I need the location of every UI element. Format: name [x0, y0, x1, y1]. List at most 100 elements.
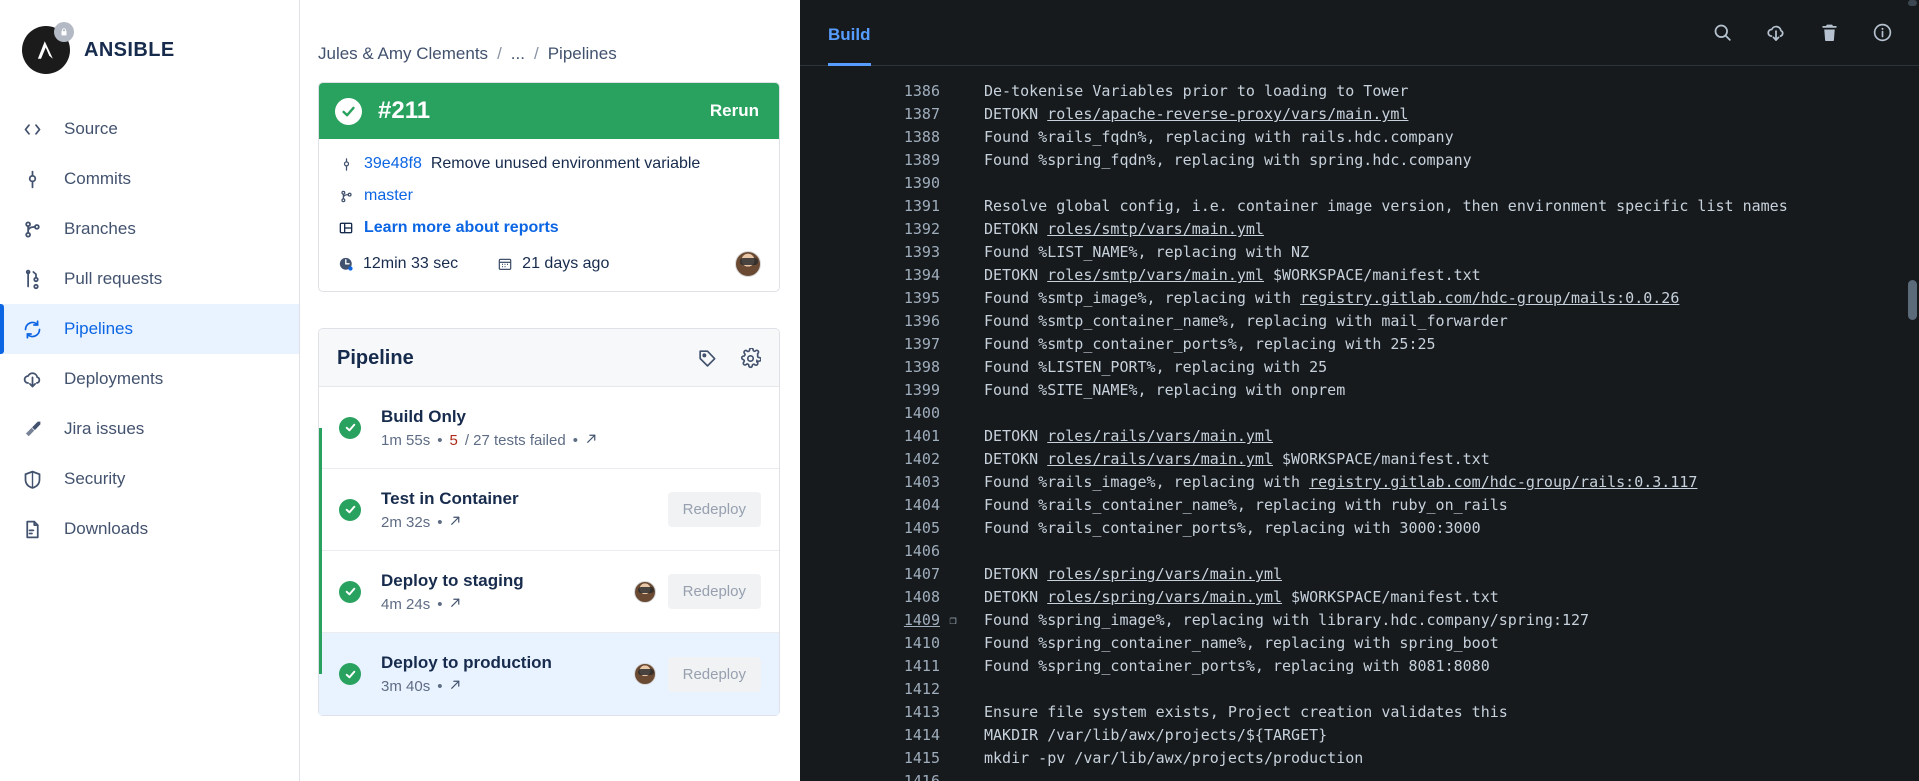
sidebar-item-downloads[interactable]: Downloads [0, 504, 299, 554]
reports-row: Learn more about reports [337, 219, 761, 237]
log-line[interactable]: 1388 Found %rails_fqdn%, replacing with r… [800, 126, 1919, 149]
build-header-left: #211 [335, 97, 430, 125]
downloads-icon [22, 519, 52, 540]
sidebar-item-commits[interactable]: Commits [0, 154, 299, 204]
redeploy-button[interactable]: Redeploy [667, 492, 761, 527]
log-output[interactable]: 1386 De-tokenise Variables prior to loadi… [800, 66, 1919, 781]
log-line-text: Found %rails_container_name%, replacing … [984, 496, 1508, 514]
external-link-icon[interactable] [449, 678, 462, 695]
log-line[interactable]: 1398 Found %LISTEN_PORT%, replacing with … [800, 356, 1919, 379]
log-line[interactable]: 1394 DETOKN roles/smtp/vars/main.yml $WOR… [800, 264, 1919, 287]
pipeline-stage-row[interactable]: Deploy to production 3m 40s • Redeploy [319, 621, 779, 715]
log-line[interactable]: 1387 DETOKN roles/apache-reverse-proxy/va… [800, 103, 1919, 126]
log-line-text: MAKDIR /var/lib/awx/projects/${TARGET} [984, 726, 1328, 744]
log-line-number: 1406 [903, 542, 940, 560]
log-line-text: DETOKN roles/rails/vars/main.yml [984, 427, 1273, 445]
external-link-icon[interactable] [585, 432, 598, 449]
brand-name: ANSIBLE [84, 38, 175, 61]
breadcrumb-current[interactable]: Pipelines [548, 44, 617, 64]
log-line[interactable]: 1401 DETOKN roles/rails/vars/main.yml [800, 425, 1919, 448]
scrollbar-thumb[interactable] [1908, 280, 1917, 320]
rail-connector [319, 621, 322, 674]
log-line[interactable]: 1403 Found %rails_image%, replacing with … [800, 471, 1919, 494]
redeploy-button[interactable]: Redeploy [667, 574, 761, 609]
log-line[interactable]: 1413 Ensure file system exists, Project c… [800, 701, 1919, 724]
trash-icon[interactable] [1819, 22, 1840, 43]
log-line[interactable]: 1414 MAKDIR /var/lib/awx/projects/${TARGE… [800, 724, 1919, 747]
sidebar-item-pipelines[interactable]: Pipelines [0, 304, 299, 354]
sidebar-item-deployments[interactable]: Deployments [0, 354, 299, 404]
log-line-text: DETOKN roles/smtp/vars/main.yml [984, 220, 1264, 238]
log-line-number: 1414 [903, 726, 940, 744]
commit-hash-link[interactable]: 39e48f8 [364, 155, 422, 173]
log-line[interactable]: 1405 Found %rails_container_ports%, repla… [800, 517, 1919, 540]
rerun-button[interactable]: Rerun [710, 101, 759, 121]
sidebar-item-label: Branches [64, 219, 136, 238]
log-line-text: Resolve global config, i.e. container im… [984, 197, 1788, 215]
log-tabs: Build [828, 0, 871, 66]
log-line[interactable]: 1393 Found %LIST_NAME%, replacing with NZ [800, 241, 1919, 264]
log-line[interactable]: 1410 Found %spring_container_name%, repla… [800, 632, 1919, 655]
copy-icon[interactable]: ❐ [940, 609, 966, 632]
stage-success-icon [339, 498, 361, 521]
stage-tests-failed-count: 5 [449, 431, 458, 449]
log-line[interactable]: 1386 De-tokenise Variables prior to loadi… [800, 80, 1919, 103]
avatar[interactable] [633, 663, 656, 685]
log-line[interactable]: 1389 Found %spring_fqdn%, replacing with … [800, 149, 1919, 172]
log-line[interactable]: 1404 Found %rails_container_name%, replac… [800, 494, 1919, 517]
tag-icon[interactable] [697, 348, 718, 369]
log-line[interactable]: 1407 DETOKN roles/spring/vars/main.yml [800, 563, 1919, 586]
pipeline-stage-row[interactable]: Test in Container 2m 32s • Redeploy [319, 456, 779, 563]
avatar[interactable] [633, 580, 656, 603]
sidebar-item-pull-requests[interactable]: Pull requests [0, 254, 299, 304]
log-line-number: 1386 [903, 82, 940, 100]
log-line[interactable]: 1415 mkdir -pv /var/lib/awx/projects/prod… [800, 747, 1919, 770]
cloud-download-icon[interactable] [1765, 22, 1787, 44]
log-line[interactable]: 1399 Found %SITE_NAME%, replacing with on… [800, 379, 1919, 402]
branch-link[interactable]: master [364, 187, 413, 205]
pipeline-stage-row[interactable]: Build Only 1m 55s • 5 / 27 tests failed … [319, 387, 779, 481]
log-line[interactable]: 1392 DETOKN roles/smtp/vars/main.yml [800, 218, 1919, 241]
external-link-icon[interactable] [449, 514, 462, 531]
gear-icon[interactable] [740, 348, 761, 369]
redeploy-button[interactable]: Redeploy [667, 656, 761, 692]
stage-right: Redeploy [667, 492, 761, 527]
avatar[interactable] [735, 251, 761, 277]
log-line[interactable]: 1391 Resolve global config, i.e. containe… [800, 195, 1919, 218]
log-line[interactable]: 1395 Found %smtp_image%, replacing with r… [800, 287, 1919, 310]
sidebar-item-branches[interactable]: Branches [0, 204, 299, 254]
bullet-separator: • [437, 431, 443, 449]
pipeline-actions [697, 348, 761, 369]
brand[interactable]: ANSIBLE [0, 0, 299, 74]
stage-duration: 2m 32s [381, 513, 431, 531]
learn-more-reports-link[interactable]: Learn more about reports [364, 219, 559, 237]
search-icon[interactable] [1712, 22, 1733, 43]
sidebar-nav: Source Commits Branches Pull requests Pi… [0, 104, 299, 554]
info-icon[interactable] [1872, 22, 1893, 43]
log-line[interactable]: 1416 [800, 770, 1919, 781]
build-number: #211 [378, 97, 431, 124]
breadcrumb-workspace[interactable]: Jules & Amy Clements [318, 44, 488, 64]
log-line[interactable]: 1402 DETOKN roles/rails/vars/main.yml $WO… [800, 448, 1919, 471]
calendar-icon [496, 256, 514, 272]
commit-row: 39e48f8 Remove unused environment variab… [337, 155, 761, 173]
log-line[interactable]: 1400 [800, 402, 1919, 425]
sidebar-item-security[interactable]: Security [0, 454, 299, 504]
tab-build[interactable]: Build [828, 25, 871, 66]
log-line[interactable]: 1411 Found %spring_container_ports%, repl… [800, 655, 1919, 678]
log-line[interactable]: 1409 ❐ Found %spring_image%, replacing wit… [800, 609, 1919, 632]
pipeline-stage-row[interactable]: Deploy to staging 4m 24s • Redeploy [319, 538, 779, 645]
log-line[interactable]: 1412 [800, 678, 1919, 701]
log-line[interactable]: 1397 Found %smtp_container_ports%, replac… [800, 333, 1919, 356]
log-line[interactable]: 1406 [800, 540, 1919, 563]
sidebar-item-jira-issues[interactable]: Jira issues [0, 404, 299, 454]
stage-sub: 1m 55s • 5 / 27 tests failed • [381, 432, 761, 449]
log-line-text: Found %rails_fqdn%, replacing with rails… [984, 128, 1454, 146]
log-line[interactable]: 1396 Found %smtp_container_name%, replaci… [800, 310, 1919, 333]
sidebar-item-source[interactable]: Source [0, 104, 299, 154]
log-line[interactable]: 1390 [800, 172, 1919, 195]
log-line[interactable]: 1408 DETOKN roles/spring/vars/main.yml $W… [800, 586, 1919, 609]
log-line-text: Found %spring_image%, replacing with lib… [984, 611, 1590, 629]
breadcrumb-ellipsis[interactable]: ... [511, 44, 525, 64]
external-link-icon[interactable] [449, 596, 462, 613]
